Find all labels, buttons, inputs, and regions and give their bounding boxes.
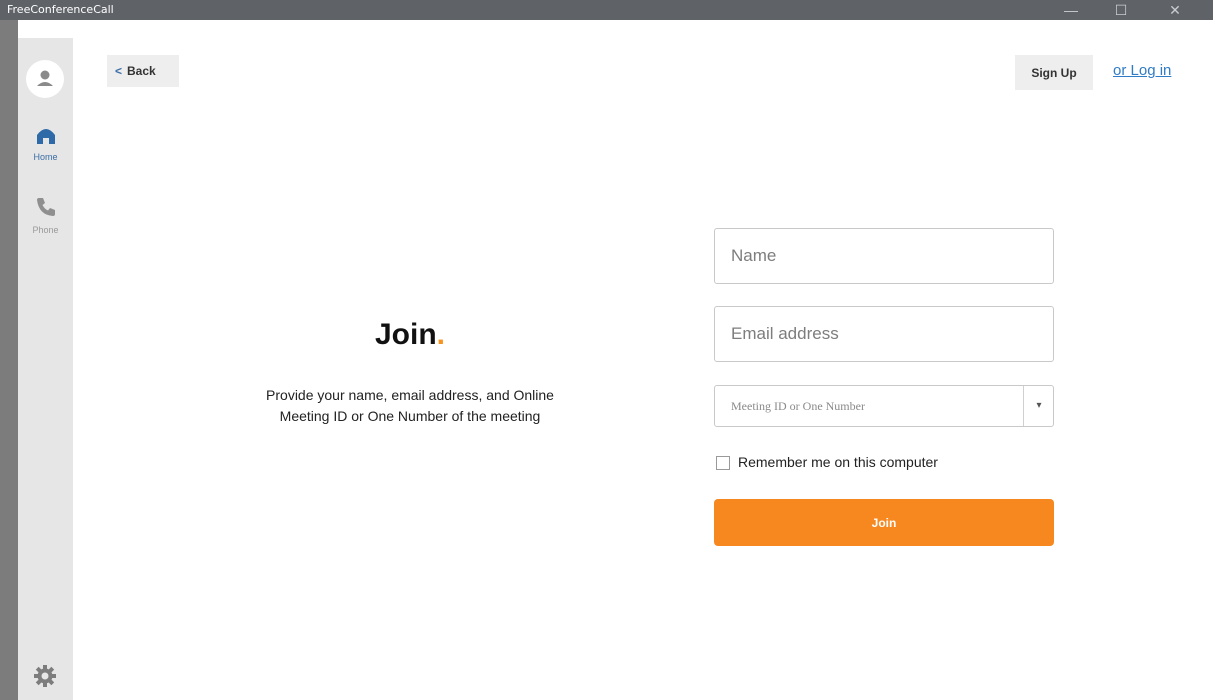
chevron-down-icon[interactable]: ▾ <box>1024 386 1054 426</box>
sidebar-item-phone[interactable]: Phone <box>18 196 73 235</box>
back-label: Back <box>127 64 156 78</box>
meeting-id-select[interactable]: ▾ <box>714 385 1054 427</box>
page-title: Join. <box>300 318 520 352</box>
title-dot: . <box>436 318 445 351</box>
settings-button[interactable] <box>33 664 57 688</box>
maximize-button[interactable]: ☐ <box>1102 0 1140 20</box>
name-field[interactable] <box>714 228 1054 284</box>
window-border <box>0 20 18 700</box>
page-description: Provide your name, email address, and On… <box>266 387 554 424</box>
title-bar: FreeConferenceCall — ☐ ✕ <box>0 0 1213 20</box>
title-text: Join <box>374 318 437 351</box>
remember-me-label: Remember me on this computer <box>738 454 938 470</box>
avatar-icon <box>37 70 53 86</box>
join-button[interactable]: Join <box>714 499 1054 546</box>
phone-icon <box>36 198 55 216</box>
app-window: FreeConferenceCall — ☐ ✕ Home Phone < Ba… <box>0 0 1213 700</box>
window-title: FreeConferenceCall <box>7 3 114 16</box>
sidebar-item-label: Home <box>33 152 58 162</box>
sign-up-button[interactable]: Sign Up <box>1015 55 1093 90</box>
chevron-left-icon: < <box>115 64 123 78</box>
log-in-link[interactable]: or Log in <box>1113 62 1171 79</box>
checkbox[interactable] <box>716 456 730 470</box>
back-button[interactable]: < Back <box>107 55 179 87</box>
profile-avatar[interactable] <box>26 60 64 98</box>
sidebar-item-label: Phone <box>32 225 59 235</box>
minimize-button[interactable]: — <box>1052 0 1090 20</box>
home-icon <box>36 129 55 144</box>
meeting-id-input[interactable] <box>715 386 1015 426</box>
email-field[interactable] <box>714 306 1054 362</box>
sidebar-item-home[interactable]: Home <box>18 125 73 162</box>
gear-icon <box>34 665 56 687</box>
close-button[interactable]: ✕ <box>1156 0 1194 20</box>
